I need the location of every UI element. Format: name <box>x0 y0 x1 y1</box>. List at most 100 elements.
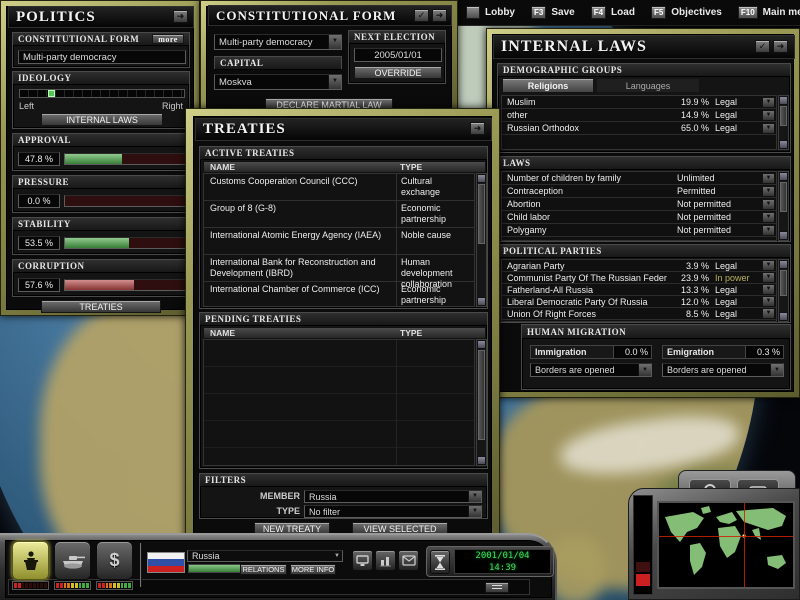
scrollbar-thumb[interactable] <box>780 182 787 212</box>
immigration-policy-value: Borders are opened <box>531 365 638 375</box>
politics-collapse-arrow-icon[interactable]: ➜ <box>173 10 188 23</box>
table-row[interactable]: International Atomic Energy Agency (IAEA… <box>204 228 474 255</box>
list-item[interactable]: Child labor Not permitted ▼ <box>502 211 776 224</box>
computer-button[interactable] <box>352 550 373 571</box>
scrollbar-thumb[interactable] <box>478 350 485 440</box>
chevron-down-icon[interactable]: ▼ <box>762 308 775 319</box>
parties-scrollbar[interactable] <box>778 259 789 322</box>
table-row[interactable]: Group of 8 (G-8) Economic partnership <box>204 201 474 228</box>
chevron-down-icon[interactable]: ▼ <box>762 225 775 236</box>
government-type-dropdown[interactable]: Multi-party democracy ▼ <box>214 34 342 50</box>
list-item[interactable]: Liberal Democratic Party Of Russia 12.0 … <box>502 296 776 308</box>
list-item[interactable]: Fatherland-All Russia 13.3 % Legal ▼ <box>502 284 776 296</box>
more-info-button[interactable]: MORE INFO <box>290 564 336 575</box>
minimap-world-map[interactable] <box>657 501 795 589</box>
chevron-down-icon[interactable]: ▼ <box>762 272 775 283</box>
lobby-button[interactable]: Lobby <box>458 0 523 25</box>
internal-laws-arrow-icon[interactable]: ➜ <box>773 40 788 53</box>
treaties-button[interactable]: TREATIES <box>41 300 161 313</box>
list-item[interactable]: Abortion Not permitted ▼ <box>502 198 776 211</box>
list-item[interactable]: Union Of Right Forces 8.5 % Legal ▼ <box>502 308 776 320</box>
tab-religions[interactable]: Religions <box>502 78 594 93</box>
pressure-bar <box>64 195 186 207</box>
list-item[interactable]: Agrarian Party 3.9 % Legal ▼ <box>502 260 776 272</box>
list-item[interactable]: Contraception Permitted ▼ <box>502 185 776 198</box>
constitutional-form-panel: CONSTITUTIONAL FORM ✓ ➜ Multi-party demo… <box>200 0 458 118</box>
list-item[interactable]: other 14.9 % Legal ▼ <box>502 109 776 122</box>
list-item[interactable]: Russian Orthodox 65.0 % Legal ▼ <box>502 122 776 135</box>
pressure-value: 0.0 % <box>18 194 60 208</box>
scroll-down-icon[interactable] <box>779 140 788 149</box>
emigration-policy-dropdown[interactable]: Borders are opened ▼ <box>662 363 784 377</box>
chevron-down-icon[interactable]: ▼ <box>762 199 775 210</box>
military-mode-button[interactable] <box>54 541 91 580</box>
objectives-button[interactable]: F5 Objectives <box>643 0 730 25</box>
statistics-button[interactable] <box>375 550 396 571</box>
ideology-header-label: IDEOLOGY <box>18 72 72 84</box>
political-parties-header: POLITICAL PARTIES <box>503 245 602 257</box>
chevron-down-icon[interactable]: ▼ <box>762 296 775 307</box>
stability-section: STABILITY 53.5 % <box>12 217 190 255</box>
chevron-down-icon[interactable]: ▼ <box>762 123 775 134</box>
override-button[interactable]: OVERRIDE <box>354 66 442 79</box>
tab-languages[interactable]: Languages <box>596 78 700 93</box>
treaties-arrow-icon[interactable]: ➜ <box>470 122 485 135</box>
scroll-up-icon[interactable] <box>779 260 788 269</box>
scrollbar-thumb[interactable] <box>780 106 787 126</box>
chevron-down-icon[interactable]: ▼ <box>762 212 775 223</box>
immigration-policy-dropdown[interactable]: Borders are opened ▼ <box>530 363 652 377</box>
scrollbar-thumb[interactable] <box>780 270 787 296</box>
internal-laws-confirm-icon[interactable]: ✓ <box>755 40 770 53</box>
laws-scrollbar[interactable] <box>778 171 789 241</box>
politics-mode-button[interactable] <box>12 541 49 580</box>
table-row[interactable]: International Bank for Reconstruction an… <box>204 255 474 282</box>
main-menu-button[interactable]: F10 Main menu <box>730 0 800 25</box>
table-row[interactable]: Customs Cooperation Council (CCC) Cultur… <box>204 174 474 201</box>
list-item[interactable]: Polygamy Not permitted ▼ <box>502 224 776 237</box>
economy-mode-button[interactable]: $ <box>96 541 133 580</box>
relations-button[interactable]: RELATIONS <box>240 564 287 575</box>
ticker-menu-button[interactable] <box>485 582 509 593</box>
list-item[interactable]: Muslim 19.9 % Legal ▼ <box>502 96 776 109</box>
type-filter-dropdown[interactable]: No filter ▼ <box>304 505 482 518</box>
chevron-down-icon[interactable]: ▼ <box>762 284 775 295</box>
scroll-down-icon[interactable] <box>779 312 788 321</box>
religions-scrollbar[interactable] <box>778 95 789 150</box>
chevron-down-icon: ▼ <box>332 553 342 559</box>
treaties-title: TREATIES <box>203 121 286 138</box>
chevron-down-icon[interactable]: ▼ <box>762 186 775 197</box>
scroll-up-icon[interactable] <box>779 96 788 105</box>
save-button[interactable]: F3 Save <box>523 0 583 25</box>
list-item[interactable]: Communist Party Of The Russian Feder 23.… <box>502 272 776 284</box>
chevron-down-icon[interactable]: ▼ <box>762 110 775 121</box>
chevron-down-icon[interactable]: ▼ <box>762 173 775 184</box>
scroll-up-icon[interactable] <box>477 340 486 349</box>
constitutional-form-arrow-icon[interactable]: ➜ <box>432 9 447 22</box>
scrollbar-thumb[interactable] <box>478 184 485 244</box>
ideology-slider-thumb[interactable] <box>48 90 55 97</box>
scroll-down-icon[interactable] <box>477 297 486 306</box>
table-row[interactable]: International Chamber of Commerce (ICC) … <box>204 282 474 307</box>
minimap-gauge <box>633 495 653 595</box>
time-control-button[interactable] <box>430 550 450 574</box>
load-button[interactable]: F4 Load <box>583 0 643 25</box>
capital-dropdown[interactable]: Moskva ▼ <box>214 74 342 90</box>
chevron-down-icon[interactable]: ▼ <box>762 97 775 108</box>
active-treaties-scrollbar[interactable] <box>476 173 487 307</box>
internal-laws-button[interactable]: INTERNAL LAWS <box>41 113 163 126</box>
ideology-slider-track[interactable] <box>19 89 185 98</box>
list-item[interactable]: Number of children by family Unlimited ▼ <box>502 172 776 185</box>
scroll-up-icon[interactable] <box>779 172 788 181</box>
scroll-down-icon[interactable] <box>477 456 486 465</box>
religion-percent: 19.9 % <box>667 97 709 107</box>
religion-status: Legal <box>709 97 761 107</box>
constitutional-form-confirm-icon[interactable]: ✓ <box>414 9 429 22</box>
more-button[interactable]: more <box>152 34 184 44</box>
pending-treaties-scrollbar[interactable] <box>476 339 487 466</box>
mail-button[interactable] <box>398 550 419 571</box>
scroll-up-icon[interactable] <box>477 174 486 183</box>
chevron-down-icon[interactable]: ▼ <box>762 260 775 271</box>
country-selector-dropdown[interactable]: Russia ▼ <box>187 550 343 562</box>
member-filter-dropdown[interactable]: Russia ▼ <box>304 490 482 503</box>
scroll-down-icon[interactable] <box>779 231 788 240</box>
